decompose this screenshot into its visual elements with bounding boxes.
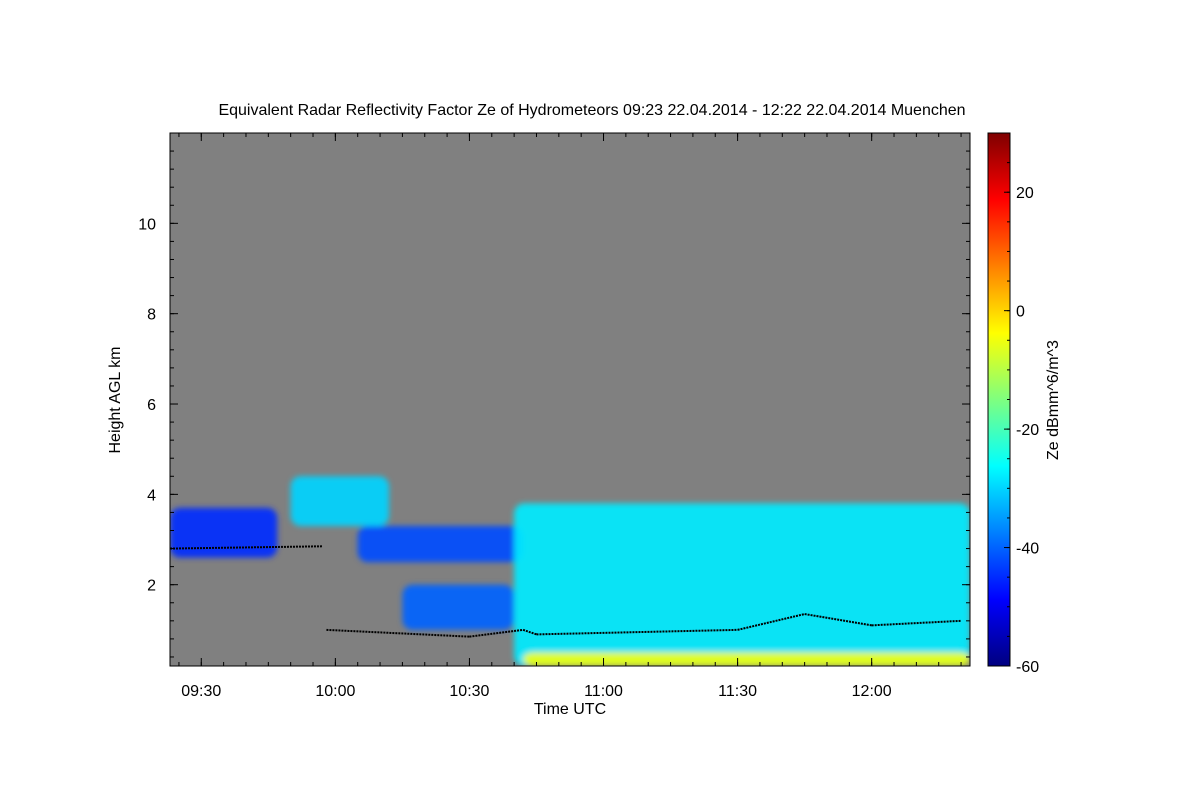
x-tick-label: 10:00 [315, 683, 355, 700]
colorbar-tick-label: 20 [1016, 185, 1034, 202]
y-tick-label: 6 [147, 397, 156, 414]
colorbar-tick-label: -20 [1016, 422, 1039, 439]
y-tick-label: 4 [147, 487, 156, 504]
cloud-layer-1 [290, 476, 389, 526]
cloud-layer-0 [170, 507, 278, 558]
y-tick-label: 8 [147, 307, 156, 324]
radar-chart: Equivalent Radar Reflectivity Factor Ze … [107, 102, 1062, 718]
colorbar-label: Ze dBmm^6/m^3 [1045, 340, 1062, 460]
x-axis-label: Time UTC [534, 701, 606, 718]
x-tick-label: 11:30 [718, 683, 757, 700]
x-tick-label: 10:30 [449, 683, 489, 700]
colorbar-tick-label: -40 [1016, 541, 1039, 558]
x-tick-label: 11:00 [584, 683, 623, 700]
colorbar [987, 132, 1011, 667]
x-tick-label: 09:30 [181, 683, 221, 700]
colorbar-tick-label: 0 [1016, 304, 1025, 321]
y-axis-label: Height AGL km [107, 346, 124, 453]
y-tick-label: 10 [138, 216, 156, 233]
chart-title: Equivalent Radar Reflectivity Factor Ze … [218, 102, 965, 119]
y-tick-label: 2 [147, 578, 156, 595]
cloud-layer-5 [523, 652, 970, 666]
cloud-layer-2 [357, 525, 524, 563]
colorbar-tick-label: -60 [1016, 659, 1039, 676]
x-tick-label: 12:00 [852, 683, 892, 700]
cloud-layer-3 [402, 584, 515, 630]
cloud-layer-4 [514, 503, 970, 666]
